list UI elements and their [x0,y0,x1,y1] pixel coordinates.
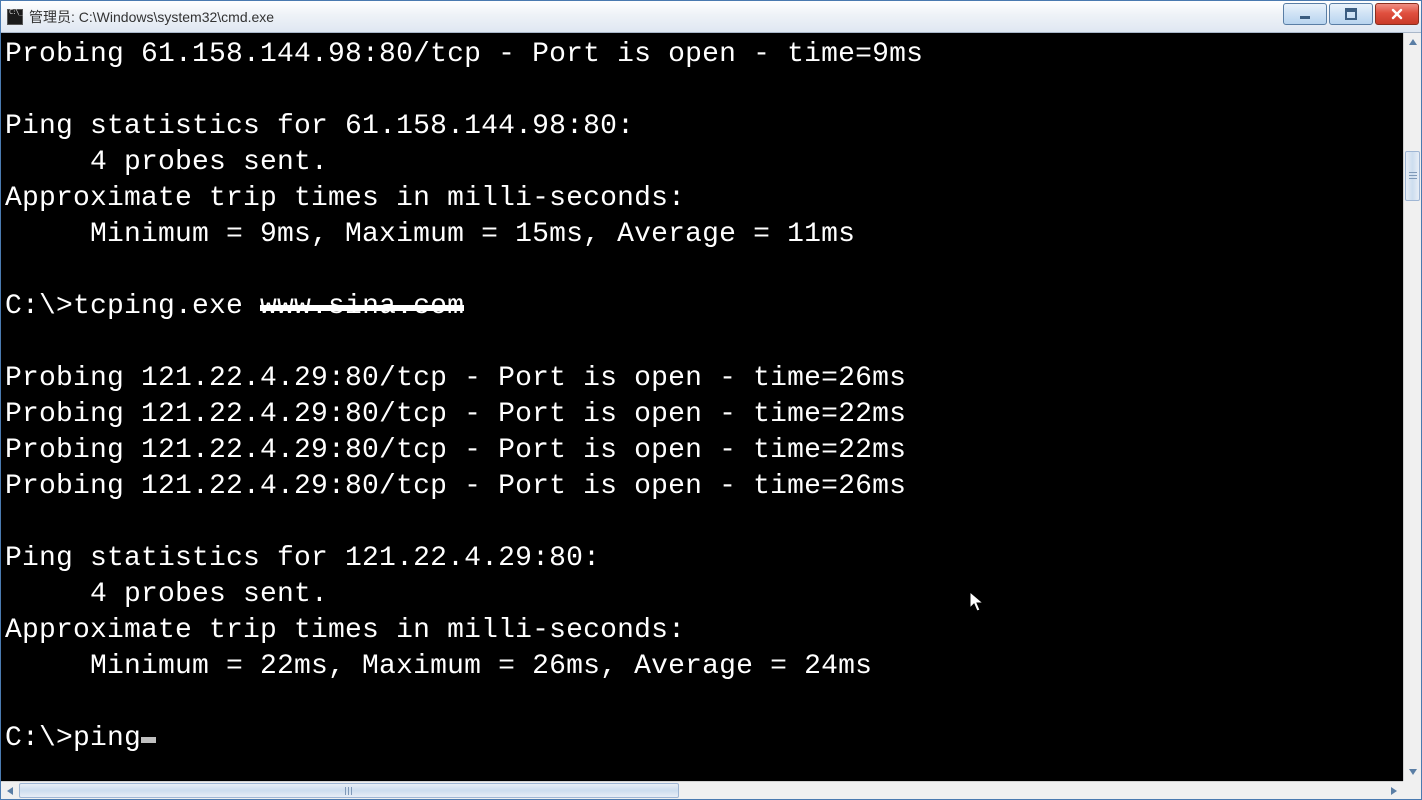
console-output[interactable]: Probing 61.158.144.98:80/tcp - Port is o… [1,33,1403,781]
cmd-window: 管理员: C:\Windows\system32\cmd.exe Probing… [0,0,1422,800]
scroll-down-button[interactable] [1404,763,1421,781]
horizontal-scroll-track[interactable] [19,782,1385,799]
console-line: Probing 121.22.4.29:80/tcp - Port is ope… [5,435,906,466]
redacted-hostname: www.sina.com [260,289,464,325]
console-line: Approximate trip times in milli-seconds: [5,183,685,214]
horizontal-scroll-thumb[interactable] [19,783,679,798]
scroll-up-button[interactable] [1404,33,1421,51]
close-button[interactable] [1375,3,1419,25]
console-line: Ping statistics for 61.158.144.98:80: [5,111,634,142]
scrollbar-corner [1403,781,1421,799]
client-area: Probing 61.158.144.98:80/tcp - Port is o… [1,33,1421,781]
text-cursor [141,737,156,743]
console-line: 4 probes sent. [5,147,328,178]
horizontal-scrollbar[interactable] [1,781,1403,799]
console-line: Minimum = 22ms, Maximum = 26ms, Average … [5,651,872,682]
scroll-left-button[interactable] [1,782,19,799]
maximize-button[interactable] [1329,3,1373,25]
console-line: C:\>ping [5,723,141,754]
vertical-scroll-thumb[interactable] [1405,151,1420,201]
vertical-scrollbar[interactable] [1403,33,1421,781]
cmd-icon [7,9,23,25]
minimize-button[interactable] [1283,3,1327,25]
console-line: Probing 121.22.4.29:80/tcp - Port is ope… [5,399,906,430]
console-line: Probing 121.22.4.29:80/tcp - Port is ope… [5,363,906,394]
window-title: 管理员: C:\Windows\system32\cmd.exe [29,7,274,27]
titlebar[interactable]: 管理员: C:\Windows\system32\cmd.exe [1,1,1421,33]
grip-icon [1409,172,1417,180]
console-line: Probing 61.158.144.98:80/tcp - Port is o… [5,39,923,70]
window-controls [1283,3,1419,25]
console-line: 4 probes sent. [5,579,328,610]
bottom-scroll-row [1,781,1421,799]
vertical-scroll-track[interactable] [1404,51,1421,763]
console-line: Ping statistics for 121.22.4.29:80: [5,543,600,574]
console-line: Approximate trip times in milli-seconds: [5,615,685,646]
console-line: C:\>tcping.exe [5,291,260,322]
grip-icon [345,787,353,795]
console-line: Probing 121.22.4.29:80/tcp - Port is ope… [5,471,906,502]
scroll-right-button[interactable] [1385,782,1403,799]
console-line: Minimum = 9ms, Maximum = 15ms, Average =… [5,219,855,250]
